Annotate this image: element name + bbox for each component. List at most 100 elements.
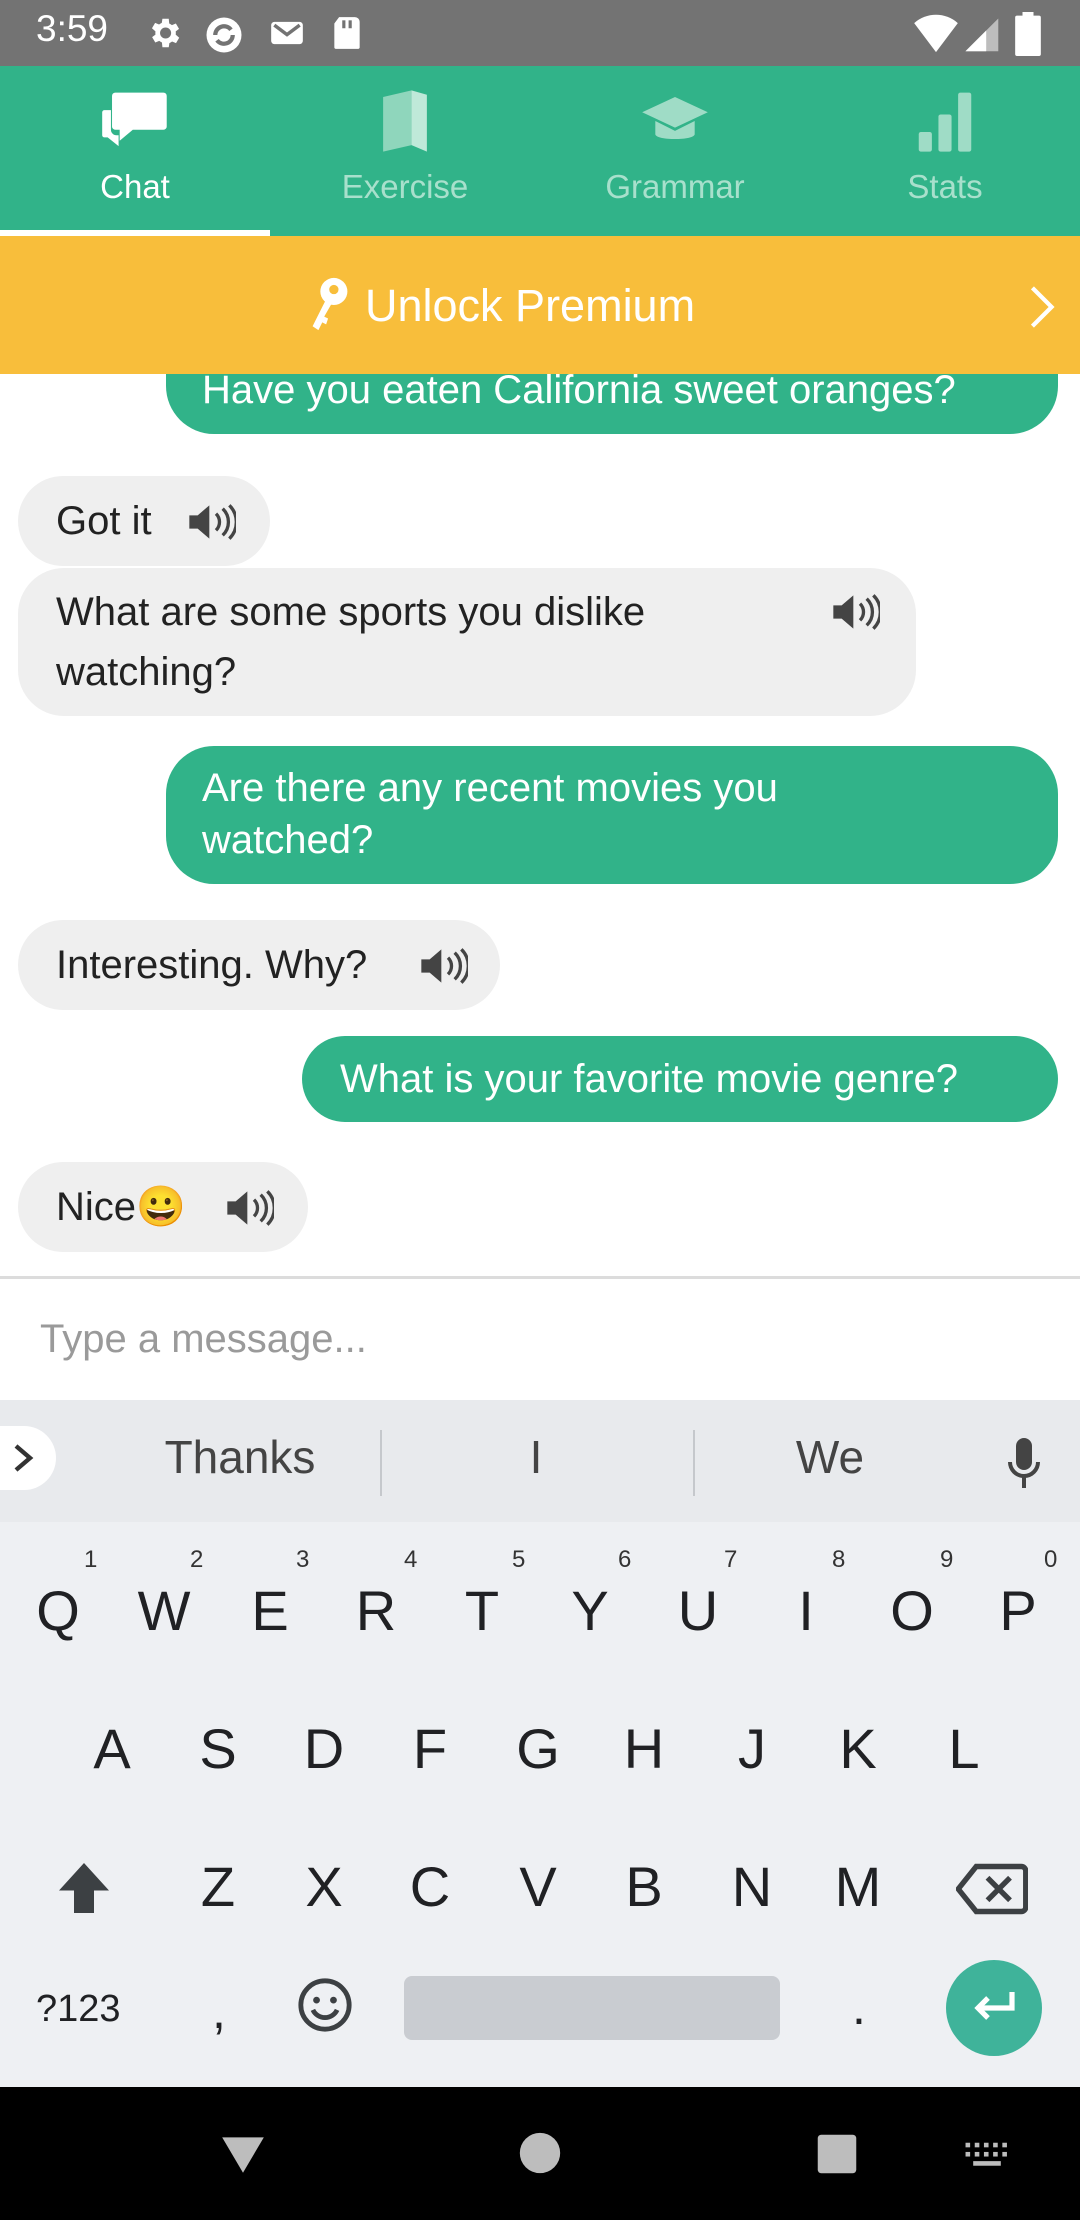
key-label: F (412, 1717, 448, 1780)
settings-icon (151, 18, 180, 48)
suggestion-strip: Thanks I We (0, 1400, 1080, 1522)
message-text: Have you eaten California sweet oranges? (202, 374, 956, 412)
key-label: I (798, 1579, 814, 1642)
message-input[interactable] (0, 1279, 1080, 1399)
key-k[interactable]: K (808, 1716, 908, 1781)
premium-label: Unlock Premium (365, 280, 696, 331)
key-t[interactable]: T (432, 1578, 532, 1643)
key-label: Z (200, 1855, 236, 1918)
key-label: T (464, 1579, 500, 1642)
key-hint: 7 (724, 1546, 738, 1573)
key-h[interactable]: H (594, 1716, 694, 1781)
key-label: U (677, 1579, 719, 1642)
key-label: N (731, 1855, 773, 1918)
key-hint: 6 (618, 1546, 632, 1573)
suggestion-1[interactable]: Thanks (90, 1430, 390, 1484)
tab-grammar[interactable]: Grammar (540, 66, 810, 236)
tab-chat[interactable]: Chat (0, 66, 270, 236)
comma-key[interactable]: , (212, 1982, 226, 2040)
speaker-icon[interactable] (418, 946, 468, 986)
key-y[interactable]: Y (540, 1578, 640, 1643)
key-label: Q (36, 1579, 80, 1642)
key-f[interactable]: F (380, 1716, 480, 1781)
speaker-icon[interactable] (224, 1188, 274, 1228)
key-p[interactable]: P (968, 1578, 1068, 1643)
key-i[interactable]: I (756, 1578, 856, 1643)
shift-icon[interactable] (54, 1858, 114, 1918)
key-hint: 2 (190, 1546, 204, 1573)
key-o[interactable]: O (862, 1578, 962, 1643)
message-text: Nice😀 (56, 1185, 186, 1229)
book-icon (383, 90, 427, 152)
unlock-premium-banner[interactable]: Unlock Premium (0, 236, 1080, 374)
enter-button[interactable] (946, 1960, 1042, 2056)
suggestion-2[interactable]: I (386, 1430, 686, 1484)
key-j[interactable]: J (702, 1716, 802, 1781)
key-label: W (137, 1579, 191, 1642)
key-n[interactable]: N (702, 1854, 802, 1919)
key-c[interactable]: C (380, 1854, 480, 1919)
recents-icon[interactable] (816, 2133, 858, 2175)
user-message-bubble: Are there any recent movies you watched? (166, 746, 1058, 884)
microphone-icon[interactable] (1004, 1436, 1044, 1492)
key-hint: 8 (832, 1546, 846, 1573)
key-g[interactable]: G (488, 1716, 588, 1781)
key-u[interactable]: U (648, 1578, 748, 1643)
key-r[interactable]: R (326, 1578, 426, 1643)
expand-suggestions-button[interactable] (0, 1426, 56, 1490)
key-s[interactable]: S (168, 1716, 268, 1781)
tab-label: Stats (907, 168, 983, 205)
bot-message-bubble: Got it (18, 476, 270, 566)
key-label: B (625, 1855, 663, 1918)
key-m[interactable]: M (808, 1854, 908, 1919)
message-text: Got it (56, 499, 152, 543)
key-q[interactable]: Q (8, 1578, 108, 1643)
key-label: H (623, 1717, 665, 1780)
tab-bar: Chat Exercise Grammar Stats (0, 66, 1080, 236)
signal-icon (965, 18, 999, 52)
key-hint: 4 (404, 1546, 418, 1573)
tab-stats[interactable]: Stats (810, 66, 1080, 236)
key-b[interactable]: B (594, 1854, 694, 1919)
back-icon[interactable] (218, 2133, 268, 2175)
key-x[interactable]: X (274, 1854, 374, 1919)
bot-message-bubble: Nice😀 (18, 1162, 308, 1252)
period-key[interactable]: . (852, 1978, 866, 2036)
keyboard-switch-icon[interactable] (964, 2141, 1010, 2169)
bot-message-bubble: Interesting. Why? (18, 920, 500, 1010)
key-label: E (251, 1579, 289, 1642)
chat-area[interactable]: Have you eaten California sweet oranges?… (0, 374, 1080, 1276)
key-label: S (199, 1717, 237, 1780)
symbols-key[interactable]: ?123 (36, 1988, 121, 2031)
spacebar[interactable] (404, 1976, 780, 2040)
key-z[interactable]: Z (168, 1854, 268, 1919)
key-w[interactable]: W (114, 1578, 214, 1643)
keyboard-keys: Q W E R T Y U I O P 1 2 3 4 5 6 7 8 9 0 … (0, 1522, 1080, 2087)
key-label: M (834, 1855, 882, 1918)
sd-card-icon (334, 17, 360, 49)
system-navigation-bar (0, 2087, 1080, 2220)
speaker-icon[interactable] (830, 592, 880, 632)
backspace-icon[interactable] (956, 1862, 1028, 1916)
status-bar: 3:59 (0, 0, 1080, 66)
key-label: Y (571, 1579, 609, 1642)
emoji-icon[interactable] (296, 1976, 354, 2034)
key-l[interactable]: L (914, 1716, 1014, 1781)
tab-label: Grammar (605, 168, 745, 205)
key-label: L (948, 1717, 980, 1780)
home-icon[interactable] (518, 2131, 562, 2175)
key-a[interactable]: A (62, 1716, 162, 1781)
chevron-right-icon (1030, 286, 1055, 328)
speaker-icon[interactable] (186, 502, 236, 542)
key-label: O (890, 1579, 934, 1642)
tab-exercise[interactable]: Exercise (270, 66, 540, 236)
wifi-icon (914, 14, 958, 53)
key-label: C (409, 1855, 451, 1918)
key-d[interactable]: D (274, 1716, 374, 1781)
key-v[interactable]: V (488, 1854, 588, 1919)
key-e[interactable]: E (220, 1578, 320, 1643)
gmail-icon (271, 21, 303, 45)
suggestion-3[interactable]: We (680, 1430, 980, 1484)
bot-message-bubble: What are some sports you dislike watchin… (18, 568, 916, 716)
key-label: R (355, 1579, 397, 1642)
